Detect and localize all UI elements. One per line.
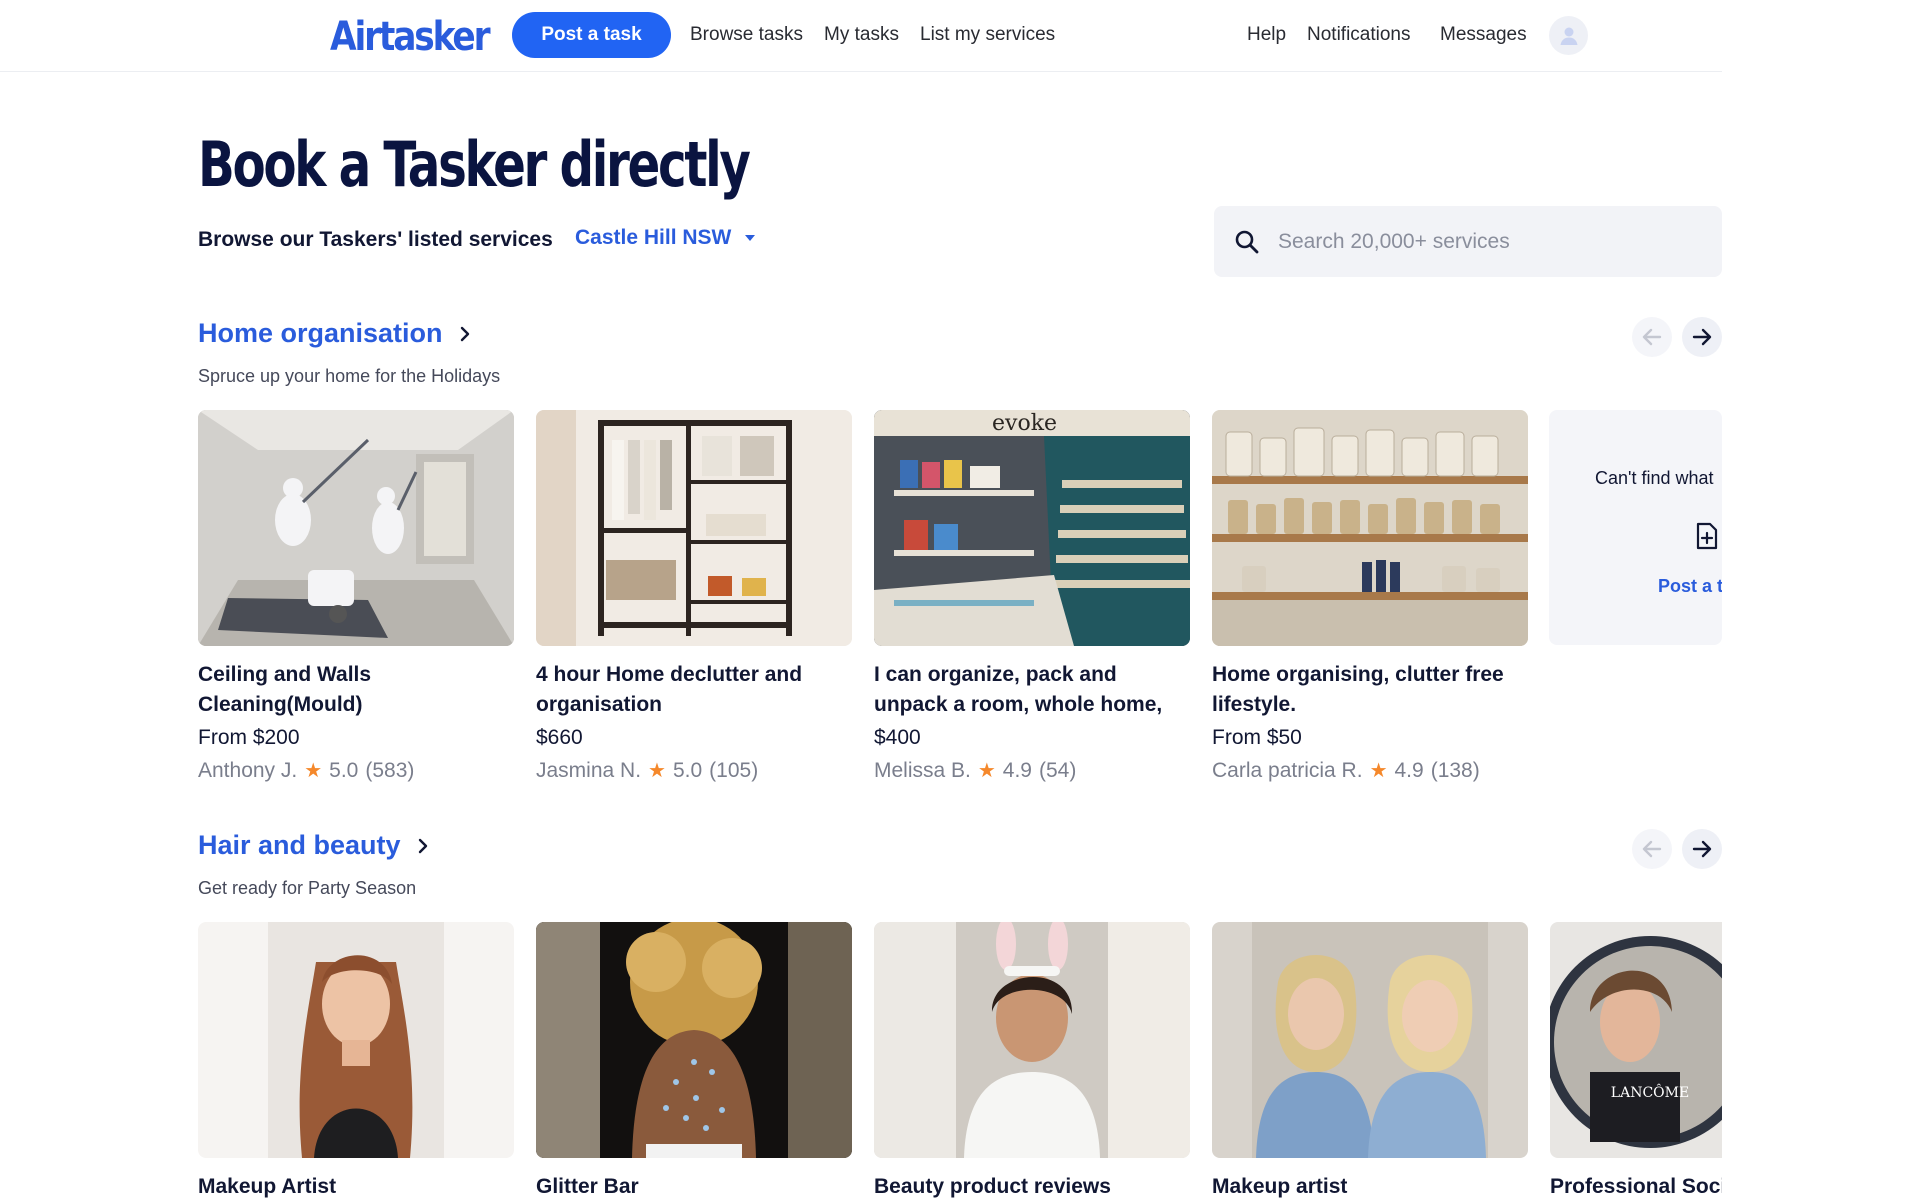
star-icon: ★: [304, 760, 323, 782]
service-title: Beauty product reviews: [874, 1175, 1111, 1198]
top-navigation: Airtasker Post a task Browse tasks My ta…: [0, 0, 1920, 72]
section-title-hair-and-beauty[interactable]: Hair and beauty: [198, 830, 429, 861]
rating-value: 5.0: [329, 758, 359, 782]
add-document-icon: [1696, 522, 1718, 550]
caret-down-icon: [745, 235, 756, 241]
service-image-pantry-shelves: [1212, 410, 1528, 646]
service-title: Glitter Bar: [536, 1175, 639, 1198]
arrow-right-icon: [1692, 840, 1712, 858]
user-avatar[interactable]: [1549, 16, 1588, 55]
carousel-next-button[interactable]: [1682, 829, 1722, 869]
review-count: (54): [1039, 758, 1077, 782]
service-tasker-rating: Jasmina N. ★ 5.0 (105): [536, 758, 852, 783]
tasker-name: Melissa B.: [874, 758, 971, 782]
service-price: From $50: [1212, 726, 1302, 749]
section-subtitle: Get ready for Party Season: [198, 878, 417, 898]
service-card[interactable]: Glitter Bar: [536, 922, 852, 1200]
carousel-next-button[interactable]: [1682, 317, 1722, 357]
service-image-ceiling-cleaning: [198, 410, 514, 646]
nav-notifications[interactable]: Notifications: [1307, 24, 1411, 46]
service-card[interactable]: Ceiling and Walls Cleaning(Mould) From $…: [198, 410, 514, 783]
rating-value: 5.0: [672, 758, 703, 782]
section-title-home-organisation[interactable]: Home organisation: [198, 318, 471, 349]
arrow-left-icon: [1642, 328, 1662, 346]
page-title: Book a Tasker directly: [198, 128, 751, 201]
rating-value: 4.9: [1002, 758, 1032, 782]
service-image-makeup-artist-duo: [1212, 922, 1528, 1158]
location-selector[interactable]: Castle Hill NSW: [575, 226, 756, 250]
service-card[interactable]: Makeup Artist: [198, 922, 514, 1200]
cta-text: Can't find what: [1595, 468, 1714, 488]
services-search[interactable]: [1214, 206, 1722, 277]
service-tasker-rating: Anthony J. ★ 5.0 (583): [198, 758, 514, 783]
search-input[interactable]: [1278, 229, 1698, 254]
service-image-makeup-artist: [198, 922, 514, 1158]
service-title: Makeup artist: [1212, 1175, 1348, 1198]
tasker-name: Anthony J.: [198, 758, 298, 782]
service-title: Ceiling and Walls Cleaning(Mould): [198, 663, 372, 716]
service-price: From $200: [198, 726, 300, 749]
review-count: (138): [1430, 758, 1480, 782]
service-image-shop-shelves: evoke: [874, 410, 1190, 646]
service-title: Home organising, clutter free lifestyle.: [1212, 663, 1504, 716]
section-title-label: Hair and beauty: [198, 830, 401, 860]
nav-help[interactable]: Help: [1247, 24, 1286, 46]
carousel-prev-button[interactable]: [1632, 829, 1672, 869]
shop-sign-text: evoke: [992, 411, 1057, 436]
chevron-right-icon: [418, 838, 427, 853]
service-title: I can organize, pack and unpack a room, …: [874, 663, 1163, 716]
search-icon: [1235, 230, 1259, 253]
user-icon: [1560, 27, 1577, 45]
airtasker-logo[interactable]: Airtasker: [330, 14, 491, 60]
chevron-right-icon: [460, 326, 469, 341]
nav-my-tasks[interactable]: My tasks: [824, 24, 899, 46]
star-icon: ★: [977, 760, 996, 782]
service-image-beauty-review: [874, 922, 1190, 1158]
service-card[interactable]: Makeup artist: [1212, 922, 1528, 1200]
service-image-wardrobe: [536, 410, 852, 646]
post-task-link[interactable]: Post a t: [1658, 576, 1722, 597]
service-card[interactable]: Beauty product reviews: [874, 922, 1190, 1200]
arrow-left-icon: [1642, 840, 1662, 858]
service-card[interactable]: 4 hour Home declutter and organisation $…: [536, 410, 852, 783]
carousel-clip-area: [1722, 0, 1920, 1200]
carousel-prev-button[interactable]: [1632, 317, 1672, 357]
arrow-right-icon: [1692, 328, 1712, 346]
post-task-cta-card[interactable]: Can't find what Post a t: [1549, 410, 1722, 645]
service-image-glitter-bar: [536, 922, 852, 1158]
service-price: $400: [874, 726, 921, 749]
tasker-name: Carla patricia R.: [1212, 758, 1363, 782]
section-title-label: Home organisation: [198, 318, 443, 348]
tasker-name: Jasmina N.: [536, 758, 642, 782]
post-task-button[interactable]: Post a task: [512, 12, 671, 58]
review-count: (105): [709, 758, 759, 782]
nav-messages[interactable]: Messages: [1440, 24, 1527, 46]
star-icon: ★: [648, 760, 666, 782]
service-card[interactable]: evoke I can organize, pack and unpack a …: [874, 410, 1190, 783]
review-count: (583): [365, 758, 415, 782]
service-tasker-rating: Melissa B. ★ 4.9 (54): [874, 758, 1190, 783]
page-subtitle: Browse our Taskers' listed services: [198, 228, 553, 251]
mirror-brand-text: LANCÔME: [1611, 1083, 1689, 1101]
nav-browse-tasks[interactable]: Browse tasks: [690, 24, 803, 46]
location-label: Castle Hill NSW: [575, 226, 732, 249]
service-price: $660: [536, 726, 583, 749]
service-title: 4 hour Home declutter and organisation: [536, 663, 803, 716]
section-subtitle: Spruce up your home for the Holidays: [198, 366, 501, 386]
star-icon: ★: [1369, 760, 1388, 782]
service-tasker-rating: Carla patricia R. ★ 4.9 (138): [1212, 758, 1528, 783]
rating-value: 4.9: [1394, 758, 1424, 782]
service-title: Makeup Artist: [198, 1175, 337, 1198]
service-card[interactable]: Home organising, clutter free lifestyle.…: [1212, 410, 1528, 783]
nav-list-my-services[interactable]: List my services: [920, 24, 1055, 46]
